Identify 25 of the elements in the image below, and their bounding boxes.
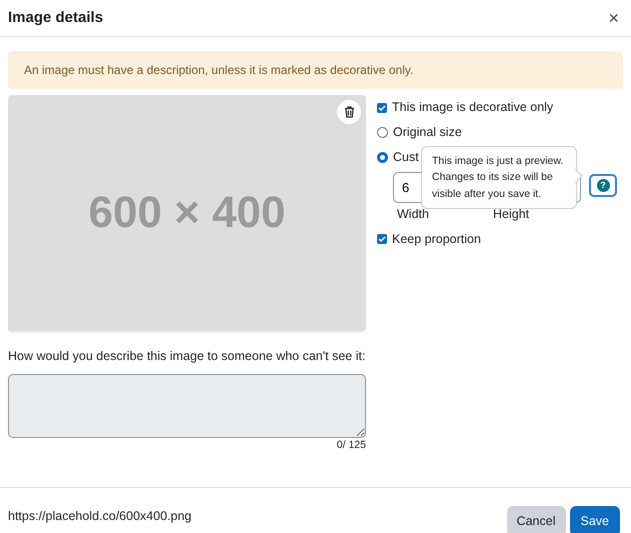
image-url: https://placehold.co/600x400.png <box>8 508 192 525</box>
cancel-button[interactable]: Cancel <box>506 506 566 533</box>
checkbox[interactable] <box>377 102 387 112</box>
checkbox-label: Keep proportion <box>392 230 481 248</box>
help-icon: ? <box>596 179 610 192</box>
delete-button[interactable] <box>337 100 361 124</box>
radio-button[interactable] <box>377 152 388 163</box>
radio-label: Cust <box>393 149 419 166</box>
warning-alert: An image must have a description, unless it is marked as decorative only. <box>8 51 623 89</box>
radio-button[interactable] <box>377 127 388 138</box>
checkbox[interactable] <box>377 234 387 244</box>
save-button[interactable]: Save <box>570 506 620 533</box>
dialog-title: Image details <box>8 8 104 28</box>
character-counter: 0/ 125 <box>336 438 366 453</box>
tooltip-text: This image is just a preview. Changes to its size will be visible after you save it. <box>432 155 564 200</box>
height-label: Height <box>493 206 530 223</box>
help-button[interactable]: ? <box>589 174 617 197</box>
radio-label: Original size <box>393 124 462 142</box>
width-label: Width <box>397 206 430 223</box>
trash-icon <box>344 106 354 118</box>
close-button[interactable]: × <box>608 9 619 27</box>
description-label: How would you describe this image to someone who can't see it: <box>8 348 366 365</box>
description-field[interactable] <box>8 374 366 438</box>
checkbox-label: This image is decorative only <box>392 99 554 116</box>
preview-text: 600 × 400 <box>88 187 286 239</box>
